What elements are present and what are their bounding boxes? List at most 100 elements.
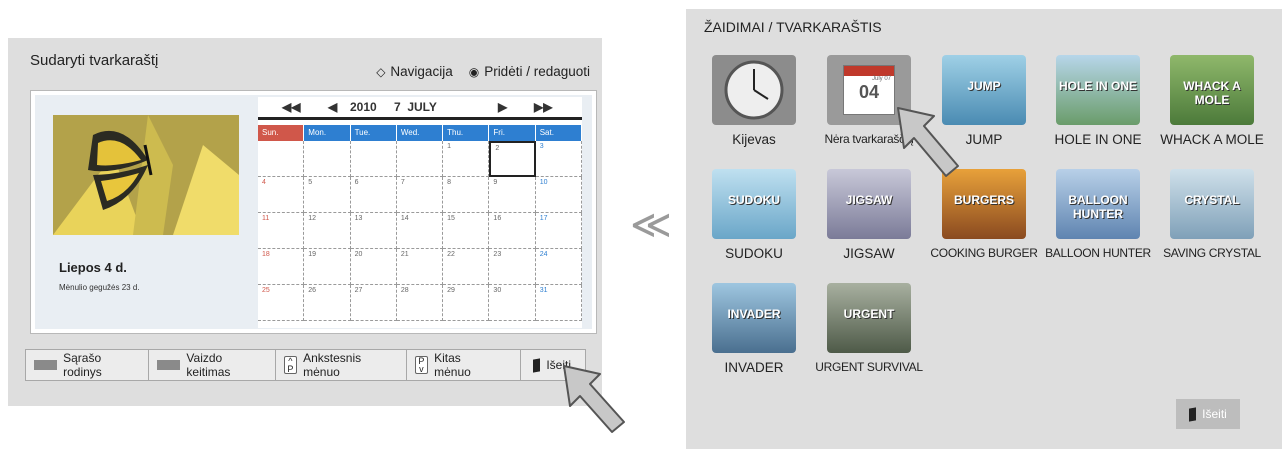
day-cell[interactable]: 7 xyxy=(396,177,444,213)
thumb-title: JIGSAW xyxy=(845,193,893,207)
urgent-survival-icon: URGENT xyxy=(827,283,911,353)
saving-crystal-icon: CRYSTAL xyxy=(1170,169,1254,239)
day-cell[interactable]: 20 xyxy=(350,249,397,285)
day-cell[interactable]: 27 xyxy=(350,285,397,321)
weekday-label: Sat. xyxy=(535,125,582,141)
transition-separator: ≪ xyxy=(630,203,672,247)
edit-mode: ◉ Pridėti / redaguoti xyxy=(469,64,590,79)
day-cell[interactable] xyxy=(258,141,305,177)
view-change-button[interactable]: Vaizdo keitimas xyxy=(149,350,276,380)
game-label: BALLOON HUNTER xyxy=(1045,246,1151,260)
calendar-day-number: 04 xyxy=(858,82,880,102)
game-tile[interactable]: BURGERS COOKING BURGER xyxy=(928,169,1040,260)
mode-legend: ◇ Navigacija ◉ Pridėti / redaguoti xyxy=(376,64,590,79)
game-tile[interactable]: HOLE IN ONE HOLE IN ONE xyxy=(1042,55,1154,147)
day-cell[interactable]: 21 xyxy=(396,249,444,285)
day-grid: 1 2 3 4 5 6 7 8 9 10 11 12 13 14 15 16 17 18 19 20 21 22 23 24 2… xyxy=(258,141,582,321)
day-cell[interactable] xyxy=(304,141,351,177)
day-cell[interactable] xyxy=(396,141,444,177)
whack-a-mole-icon: WHACK A MOLE xyxy=(1170,55,1254,125)
lunar-date: Mėnulio gegužės 23 d. xyxy=(59,283,140,292)
game-tile[interactable]: INVADER INVADER xyxy=(698,283,810,375)
list-view-button[interactable]: Sąrašo rodinys xyxy=(26,350,150,380)
bottom-toolbar: Sąrašo rodinys Vaizdo keitimas ^ P Ankste… xyxy=(25,349,586,381)
day-cell[interactable]: 16 xyxy=(489,213,536,249)
day-cell[interactable]: 31 xyxy=(535,285,582,321)
game-tile[interactable]: JIGSAW JIGSAW xyxy=(813,169,925,261)
game-label: SAVING CRYSTAL xyxy=(1163,246,1261,260)
day-cell[interactable]: 1 xyxy=(443,141,490,177)
day-cell[interactable]: 13 xyxy=(350,213,397,249)
gray-key-icon xyxy=(34,360,58,370)
prev-month-button[interactable]: ^ P Ankstesnis mėnuo xyxy=(276,350,407,380)
panel-title: Sudaryti tvarkaraštį xyxy=(30,52,159,69)
year-label: 2010 xyxy=(350,100,377,114)
balloon-hunter-icon: BALLOON HUNTER xyxy=(1056,169,1140,239)
day-cell[interactable]: 6 xyxy=(350,177,397,213)
weekday-label: Wed. xyxy=(396,125,444,141)
prev-month-icon[interactable]: ◀ xyxy=(328,100,337,114)
game-tile[interactable]: URGENT URGENT SURVIVAL xyxy=(813,283,925,374)
nav-mode: ◇ Navigacija xyxy=(376,64,453,79)
weekday-label: Fri. xyxy=(489,125,536,141)
nav-mode-label: Navigacija xyxy=(390,64,453,79)
day-cell[interactable]: 10 xyxy=(535,177,582,213)
game-tile[interactable]: WHACK A MOLE WHACK A MOLE xyxy=(1156,55,1268,147)
day-cell[interactable]: 5 xyxy=(304,177,351,213)
day-cell[interactable]: 30 xyxy=(489,285,536,321)
butterfly-photo xyxy=(53,115,239,235)
day-cell[interactable]: 19 xyxy=(304,249,351,285)
game-label: JIGSAW xyxy=(843,246,895,261)
prev-year-icon[interactable]: ◀◀ xyxy=(282,100,300,114)
month-bar xyxy=(258,117,582,120)
radio-selected-icon: ◉ xyxy=(468,65,480,79)
pointer-cursor-icon xyxy=(897,107,959,177)
calendar-frame: Liepos 4 d. Mėnulio gegužės 23 d. ◀◀ ◀ 2… xyxy=(30,90,597,334)
day-cell[interactable] xyxy=(350,141,397,177)
weekday-label: Tue. xyxy=(350,125,397,141)
day-cell[interactable]: 8 xyxy=(443,177,490,213)
day-cell[interactable]: 28 xyxy=(396,285,444,321)
prev-key-letter: P xyxy=(287,364,294,374)
day-cell[interactable]: 26 xyxy=(304,285,351,321)
exit-label: Išeiti xyxy=(1202,407,1227,421)
day-cell[interactable]: 17 xyxy=(535,213,582,249)
month-navigation: ◀◀ ◀ 2010 7 JULY ▶ ▶▶ xyxy=(258,97,582,117)
day-cell[interactable]: 18 xyxy=(258,249,305,285)
exit-icon xyxy=(533,357,541,373)
day-cell[interactable]: 29 xyxy=(443,285,490,321)
thumb-title: BURGERS xyxy=(953,193,1014,207)
next-month-button[interactable]: Pv Kitas mėnuo xyxy=(407,350,522,380)
day-cell[interactable]: 23 xyxy=(489,249,536,285)
game-tile[interactable]: BALLOON HUNTER BALLOON HUNTER xyxy=(1042,169,1154,260)
day-cell[interactable]: 25 xyxy=(258,285,305,321)
day-cell[interactable]: 22 xyxy=(443,249,490,285)
day-cell[interactable]: 4 xyxy=(258,177,305,213)
thumb-title: SUDOKU xyxy=(727,193,780,207)
next-month-icon[interactable]: ▶ xyxy=(498,100,507,114)
day-cell[interactable]: 11 xyxy=(258,213,305,249)
next-year-icon[interactable]: ▶▶ xyxy=(534,100,552,114)
exit-icon xyxy=(1189,406,1197,422)
exit-button[interactable]: Išeiti xyxy=(1176,399,1240,429)
selected-date: Liepos 4 d. xyxy=(59,260,127,275)
game-tile[interactable]: Kijevas xyxy=(698,55,810,147)
schedule-panel: Sudaryti tvarkaraštį ◇ Navigacija ◉ Pridėt… xyxy=(8,38,602,406)
day-cell[interactable]: 3 xyxy=(535,141,582,177)
day-cell[interactable]: 14 xyxy=(396,213,444,249)
day-cell[interactable]: 9 xyxy=(489,177,536,213)
game-label: Kijevas xyxy=(732,132,776,147)
next-month-label: Kitas mėnuo xyxy=(434,351,471,379)
prev-month-label: Ankstesnis mėnuo xyxy=(303,351,362,379)
weekday-label: Sun. xyxy=(258,125,305,141)
day-cell[interactable]: 24 xyxy=(535,249,582,285)
weekday-label: Thu. xyxy=(443,125,490,141)
day-cell[interactable]: 12 xyxy=(304,213,351,249)
game-label: INVADER xyxy=(724,360,784,375)
day-cell[interactable]: 15 xyxy=(443,213,490,249)
game-tile[interactable]: CRYSTAL SAVING CRYSTAL xyxy=(1156,169,1268,260)
day-cell[interactable]: 2 xyxy=(489,141,536,177)
thumb-title: WHACK A MOLE xyxy=(1183,79,1241,107)
games-panel: ŽAIDIMAI / TVARKARAŠTIS Kijevas July 07 04… xyxy=(686,9,1282,449)
game-tile[interactable]: SUDOKU SUDOKU xyxy=(698,169,810,261)
